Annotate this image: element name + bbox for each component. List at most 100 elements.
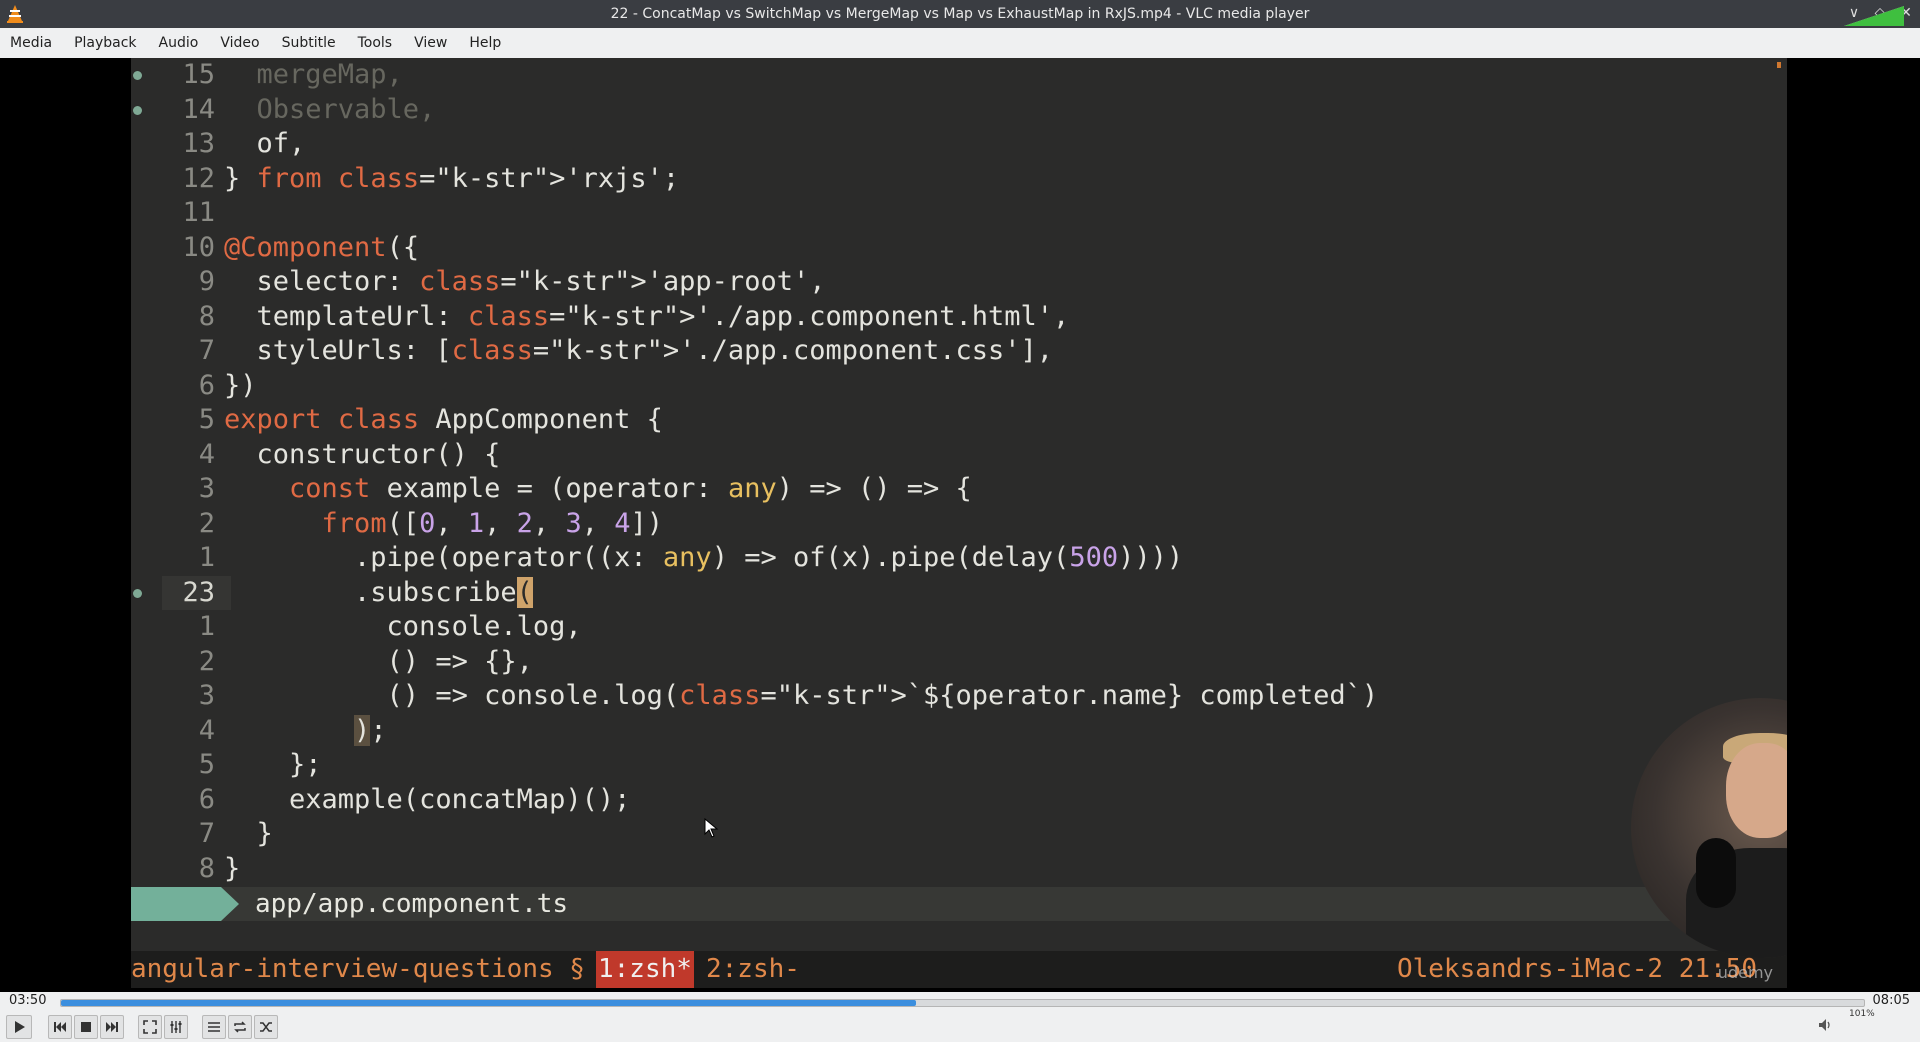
code-text: () => {}, bbox=[224, 645, 533, 677]
code-text: constructor() { bbox=[224, 438, 501, 470]
line-number: 23 bbox=[182, 576, 215, 608]
video-frame: 15 mergeMap, 14 Observable, 13 of, 12} from… bbox=[131, 58, 1787, 988]
extended-settings-button[interactable] bbox=[164, 1015, 188, 1039]
line-number: 3 bbox=[198, 680, 215, 711]
play-icon bbox=[15, 1021, 25, 1033]
menu-video[interactable]: Video bbox=[210, 35, 269, 51]
tmux-window-2: 2:zsh- bbox=[706, 954, 800, 984]
line-number: 11 bbox=[182, 197, 215, 228]
stop-button[interactable] bbox=[74, 1015, 98, 1039]
code-line: 8} bbox=[131, 852, 1787, 887]
player-controls bbox=[0, 1010, 1920, 1042]
previous-icon bbox=[54, 1022, 66, 1032]
line-number: 1 bbox=[198, 611, 215, 642]
menu-audio[interactable]: Audio bbox=[149, 35, 209, 51]
next-button[interactable] bbox=[100, 1015, 124, 1039]
playlist-icon bbox=[208, 1022, 220, 1032]
code-line: 6}) bbox=[131, 369, 1787, 404]
statusline-filename: app/app.component.ts bbox=[255, 889, 569, 919]
line-number: 14 bbox=[182, 93, 215, 125]
fullscreen-button[interactable] bbox=[138, 1015, 162, 1039]
line-number: 4 bbox=[198, 438, 215, 470]
code-text: @Component({ bbox=[224, 231, 420, 263]
code-line: 1 console.log, bbox=[131, 610, 1787, 645]
code-text: from([0, 1, 2, 3, 4]) bbox=[321, 507, 663, 539]
menu-help[interactable]: Help bbox=[459, 35, 511, 51]
loop-icon bbox=[234, 1021, 246, 1033]
code-text: Observable, bbox=[224, 93, 436, 125]
total-time[interactable]: 08:05 bbox=[1873, 993, 1910, 1008]
menu-tools[interactable]: Tools bbox=[348, 35, 403, 51]
code-text: of, bbox=[224, 128, 306, 159]
seek-progress bbox=[61, 1000, 916, 1006]
code-text: console.log, bbox=[224, 611, 582, 642]
line-number: 12 bbox=[182, 162, 215, 194]
statusline-mode-block bbox=[131, 887, 221, 921]
code-text: ); bbox=[354, 714, 387, 746]
elapsed-time[interactable]: 03:50 bbox=[9, 993, 46, 1008]
playlist-button[interactable] bbox=[202, 1015, 226, 1039]
menu-media[interactable]: Media bbox=[0, 35, 62, 51]
stop-icon bbox=[81, 1022, 91, 1032]
code-line: 11 bbox=[131, 196, 1787, 231]
code-text: styleUrls: [class="k-str">'./app.compone… bbox=[224, 335, 1054, 366]
statusline-arrow bbox=[221, 887, 239, 921]
code-line: 10 @Component({ bbox=[131, 231, 1787, 266]
extended-settings-icon bbox=[170, 1021, 182, 1033]
code-text: templateUrl: class="k-str">'./app.compon… bbox=[224, 300, 1070, 332]
microphone bbox=[1696, 838, 1736, 908]
previous-button[interactable] bbox=[48, 1015, 72, 1039]
menu-view[interactable]: View bbox=[404, 35, 457, 51]
udemy-watermark: udemy bbox=[1717, 963, 1773, 982]
code-line: 15 mergeMap, bbox=[131, 58, 1787, 93]
code-line: 5 }; bbox=[131, 748, 1787, 783]
code-line: 14 Observable, bbox=[131, 93, 1787, 128]
line-number: 5 bbox=[198, 404, 215, 435]
line-number: 4 bbox=[198, 714, 215, 746]
code-line: 4 ); bbox=[131, 714, 1787, 749]
code-line: 3 () => console.log(class="k-str">`${ope… bbox=[131, 679, 1787, 714]
next-icon bbox=[106, 1022, 118, 1032]
code-line: 1 .pipe(operator((x: any) => of(x).pipe(… bbox=[131, 541, 1787, 576]
line-number: 6 bbox=[198, 369, 215, 401]
tmux-statusbar: angular-interview-questions § 1:zsh* 2:z… bbox=[131, 951, 1787, 988]
code-line: 9 selector: class="k-str">'app-root', bbox=[131, 265, 1787, 300]
code-line: 7 } bbox=[131, 817, 1787, 852]
code-text: }) bbox=[224, 369, 257, 401]
fullscreen-icon bbox=[143, 1020, 157, 1034]
line-number: 8 bbox=[198, 300, 215, 332]
speaker-icon[interactable] bbox=[1817, 1017, 1833, 1033]
code-text: .pipe(operator((x: any) => of(x).pipe(de… bbox=[224, 542, 1184, 573]
git-change-marker bbox=[133, 588, 142, 598]
line-number: 8 bbox=[198, 852, 215, 884]
line-number: 2 bbox=[198, 507, 215, 539]
editor-statusline: app/app.component.ts t] bbox=[131, 887, 1787, 921]
code-line: 4 constructor() { bbox=[131, 438, 1787, 473]
code-line: 2 from([0, 1, 2, 3, 4]) bbox=[131, 507, 1787, 542]
loop-button[interactable] bbox=[228, 1015, 252, 1039]
code-line: 13 of, bbox=[131, 127, 1787, 162]
code-line: 2 () => {}, bbox=[131, 645, 1787, 680]
code-line: 3 const example = (operator: any) => () … bbox=[131, 472, 1787, 507]
line-number: 7 bbox=[198, 818, 215, 849]
play-button[interactable] bbox=[6, 1015, 32, 1039]
menu-playback[interactable]: Playback bbox=[64, 35, 146, 51]
menu-subtitle[interactable]: Subtitle bbox=[272, 35, 346, 51]
tmux-session: angular-interview-questions § bbox=[131, 954, 585, 984]
line-number: 9 bbox=[198, 266, 215, 297]
line-number: 3 bbox=[198, 473, 215, 504]
code-text: } from class="k-str">'rxjs'; bbox=[224, 162, 680, 194]
code-text: .subscribe( bbox=[224, 576, 533, 608]
seek-slider[interactable] bbox=[60, 999, 1865, 1007]
line-number: 15 bbox=[182, 59, 215, 90]
shuffle-button[interactable] bbox=[254, 1015, 278, 1039]
code-text: }; bbox=[224, 749, 322, 780]
git-change-marker bbox=[133, 71, 142, 80]
code-text: example(concatMap)(); bbox=[224, 783, 631, 815]
line-number: 10 bbox=[182, 231, 215, 263]
video-surface[interactable]: 15 mergeMap, 14 Observable, 13 of, 12} from… bbox=[0, 58, 1920, 992]
line-number: 2 bbox=[198, 645, 215, 677]
window-title: 22 - ConcatMap vs SwitchMap vs MergeMap … bbox=[610, 6, 1310, 22]
code-line: 23 .subscribe( bbox=[131, 575, 1787, 610]
volume-slider[interactable] bbox=[1842, 4, 1906, 28]
